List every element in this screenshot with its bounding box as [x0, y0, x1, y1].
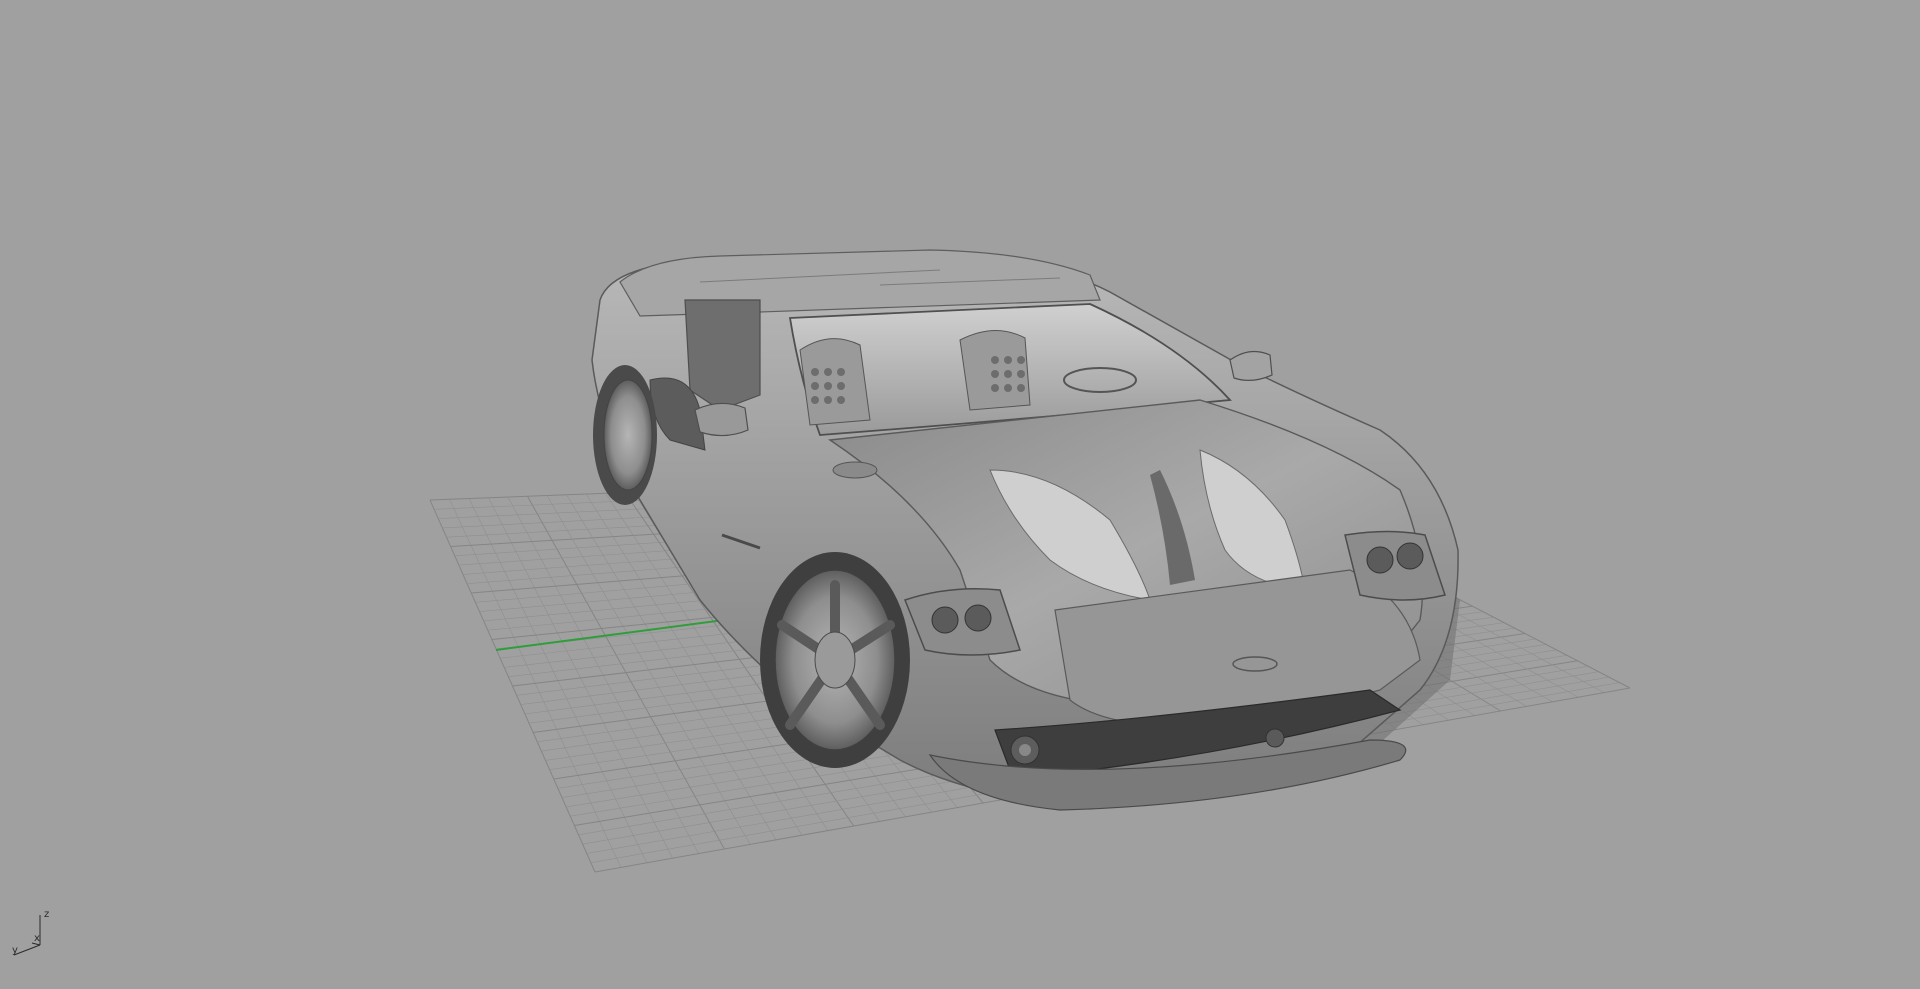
car-headlight-left: [904, 588, 1021, 656]
x-axis-label: x: [34, 933, 40, 944]
car-fog-light: [1010, 735, 1040, 765]
viewport-canvas[interactable]: [0, 0, 1920, 989]
axis-orientation-widget: z x y: [12, 909, 49, 956]
car-front-emblem: [1265, 728, 1285, 748]
3d-viewport[interactable]: z x y: [0, 0, 1920, 989]
car-side-window: [684, 299, 761, 411]
car-front-wheel: [760, 552, 910, 768]
y-axis-label: y: [12, 945, 18, 956]
car-mirror-left: [694, 402, 749, 437]
car-fuel-cap: [832, 461, 878, 479]
car-rear-wheel: [593, 365, 657, 505]
car-model[interactable]: [591, 249, 1460, 811]
car-mirror-right: [1229, 350, 1273, 381]
z-axis-label: z: [44, 909, 49, 920]
